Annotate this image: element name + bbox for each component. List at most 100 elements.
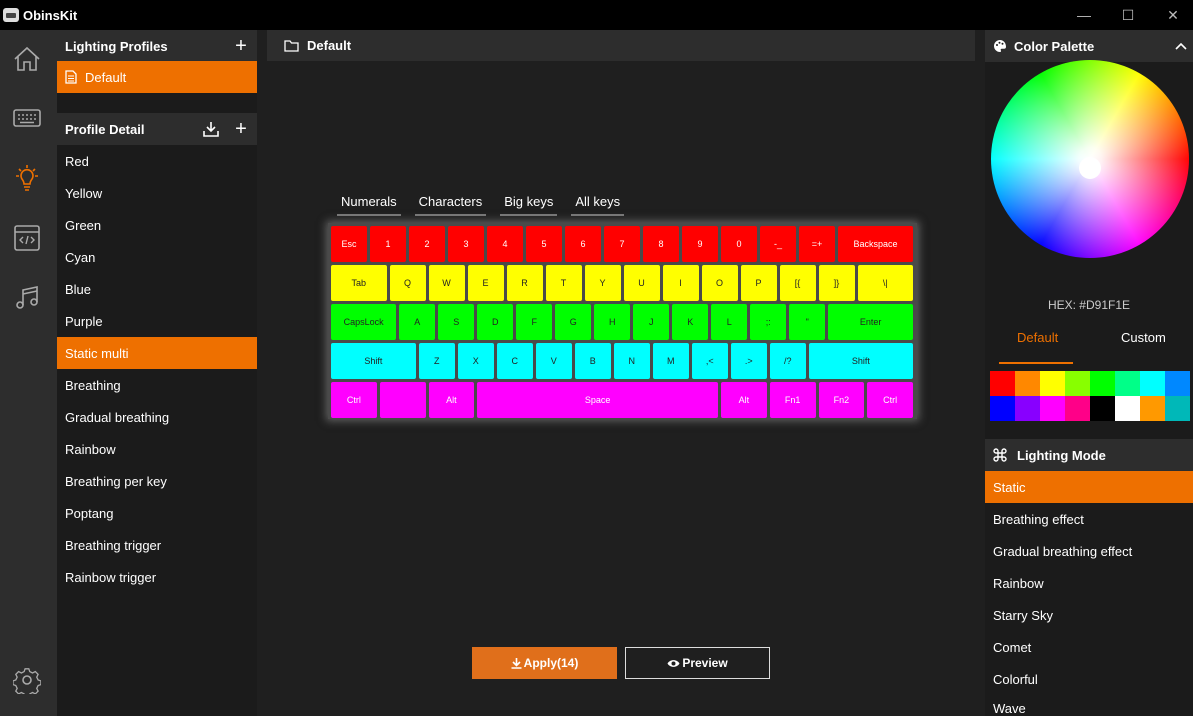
key-symbol[interactable]: /? <box>769 343 806 379</box>
key-symbol[interactable]: [{ <box>779 265 816 301</box>
key-b[interactable]: B <box>574 343 611 379</box>
key-j[interactable]: J <box>633 304 670 340</box>
key-p[interactable]: P <box>740 265 777 301</box>
settings-icon[interactable] <box>10 663 44 697</box>
key-symbol[interactable]: ]} <box>818 265 855 301</box>
key-enter[interactable]: Enter <box>828 304 913 340</box>
key-symbol[interactable]: -_ <box>760 226 796 262</box>
color-swatch[interactable] <box>1065 371 1090 396</box>
key-capslock[interactable]: CapsLock <box>331 304 397 340</box>
key-shift[interactable]: Shift <box>331 343 416 379</box>
mode-item-colorful[interactable]: Colorful <box>985 663 1193 695</box>
key-esc[interactable]: Esc <box>331 226 367 262</box>
detail-item-gradual-breathing[interactable]: Gradual breathing <box>57 401 257 433</box>
mode-item-comet[interactable]: Comet <box>985 631 1193 663</box>
mode-item-gradual-breathing-effect[interactable]: Gradual breathing effect <box>985 535 1193 567</box>
detail-item-purple[interactable]: Purple <box>57 305 257 337</box>
color-swatch[interactable] <box>1115 371 1140 396</box>
key-k[interactable]: K <box>672 304 709 340</box>
color-swatch[interactable] <box>1090 371 1115 396</box>
mode-item-wave[interactable]: Wave <box>985 695 1193 716</box>
key-1[interactable]: 1 <box>370 226 406 262</box>
key-r[interactable]: R <box>506 265 543 301</box>
tab-numerals[interactable]: Numerals <box>337 192 401 216</box>
key-h[interactable]: H <box>594 304 631 340</box>
mode-item-starry-sky[interactable]: Starry Sky <box>985 599 1193 631</box>
maximize-button[interactable]: ☐ <box>1105 0 1151 30</box>
key-symbol[interactable]: .> <box>730 343 767 379</box>
detail-item-blue[interactable]: Blue <box>57 273 257 305</box>
mode-item-rainbow[interactable]: Rainbow <box>985 567 1193 599</box>
color-swatch[interactable] <box>1040 371 1065 396</box>
lightbulb-icon[interactable] <box>10 161 44 195</box>
key-o[interactable]: O <box>701 265 738 301</box>
key-f[interactable]: F <box>516 304 553 340</box>
key-c[interactable]: C <box>496 343 533 379</box>
key-symbol[interactable]: " <box>789 304 826 340</box>
tab-all-keys[interactable]: All keys <box>571 192 625 216</box>
detail-item-green[interactable]: Green <box>57 209 257 241</box>
key-7[interactable]: 7 <box>604 226 640 262</box>
detail-item-static-multi[interactable]: Static multi <box>57 337 257 369</box>
mode-item-static[interactable]: Static <box>985 471 1193 503</box>
key-shift[interactable]: Shift <box>808 343 913 379</box>
apply-button[interactable]: Apply(14) <box>472 647 617 679</box>
add-detail-button[interactable]: + <box>231 118 251 140</box>
detail-item-cyan[interactable]: Cyan <box>57 241 257 273</box>
color-swatch[interactable] <box>990 371 1015 396</box>
tab-custom-palette[interactable]: Custom <box>1121 330 1166 345</box>
detail-item-rainbow[interactable]: Rainbow <box>57 433 257 465</box>
close-button[interactable]: ✕ <box>1150 0 1193 30</box>
key-symbol[interactable]: \| <box>857 265 913 301</box>
add-profile-button[interactable]: + <box>231 35 251 57</box>
key-u[interactable]: U <box>623 265 660 301</box>
import-icon[interactable] <box>201 119 221 139</box>
key-s[interactable]: S <box>438 304 475 340</box>
music-icon[interactable] <box>10 281 44 315</box>
key-3[interactable]: 3 <box>448 226 484 262</box>
detail-item-yellow[interactable]: Yellow <box>57 177 257 209</box>
key-6[interactable]: 6 <box>565 226 601 262</box>
key-fn2[interactable]: Fn2 <box>818 382 865 418</box>
detail-item-breathing-trigger[interactable]: Breathing trigger <box>57 529 257 561</box>
key-0[interactable]: 0 <box>721 226 757 262</box>
key-z[interactable]: Z <box>418 343 455 379</box>
key-alt[interactable]: Alt <box>721 382 767 418</box>
key-d[interactable]: D <box>477 304 514 340</box>
color-swatch[interactable] <box>1040 396 1065 421</box>
key-ctrl[interactable]: Ctrl <box>331 382 377 418</box>
key-backspace[interactable]: Backspace <box>838 226 913 262</box>
key-symbol[interactable]: =+ <box>799 226 835 262</box>
key-symbol[interactable]: ,< <box>691 343 728 379</box>
key-l[interactable]: L <box>711 304 748 340</box>
detail-item-breathing[interactable]: Breathing <box>57 369 257 401</box>
key-4[interactable]: 4 <box>487 226 523 262</box>
tab-characters[interactable]: Characters <box>414 192 487 216</box>
mode-item-breathing-effect[interactable]: Breathing effect <box>985 503 1193 535</box>
detail-item-red[interactable]: Red <box>57 145 257 177</box>
color-swatch[interactable] <box>1090 396 1115 421</box>
key-i[interactable]: I <box>662 265 699 301</box>
collapse-chevron-icon[interactable] <box>1171 36 1191 56</box>
tab-default-palette[interactable]: Default <box>1017 330 1058 345</box>
color-swatch[interactable] <box>1140 371 1165 396</box>
key-8[interactable]: 8 <box>643 226 679 262</box>
home-icon[interactable] <box>10 42 44 76</box>
key-n[interactable]: N <box>613 343 650 379</box>
color-swatch[interactable] <box>1140 396 1165 421</box>
key-ctrl[interactable]: Ctrl <box>867 382 913 418</box>
color-swatch[interactable] <box>1165 371 1190 396</box>
preview-button[interactable]: Preview <box>625 647 770 679</box>
detail-item-poptang[interactable]: Poptang <box>57 497 257 529</box>
key-blank[interactable] <box>379 382 426 418</box>
profile-item-default[interactable]: Default <box>57 61 257 93</box>
detail-item-breathing-per-key[interactable]: Breathing per key <box>57 465 257 497</box>
key-v[interactable]: V <box>535 343 572 379</box>
key-symbol[interactable]: ;: <box>750 304 787 340</box>
key-q[interactable]: Q <box>389 265 426 301</box>
color-swatch[interactable] <box>990 396 1015 421</box>
key-fn1[interactable]: Fn1 <box>769 382 816 418</box>
tab-big-keys[interactable]: Big keys <box>500 192 558 216</box>
key-a[interactable]: A <box>399 304 436 340</box>
code-icon[interactable] <box>10 221 44 255</box>
